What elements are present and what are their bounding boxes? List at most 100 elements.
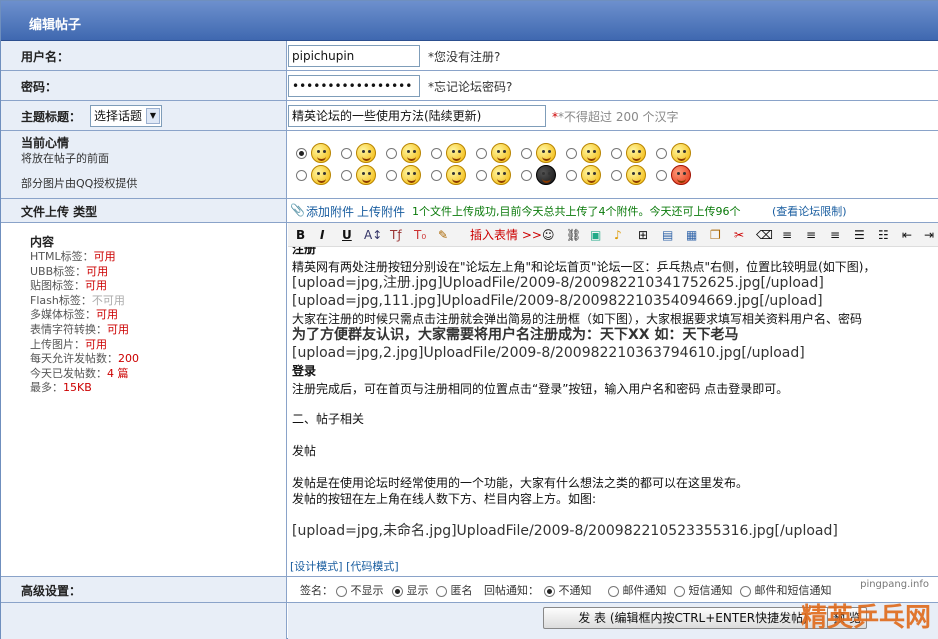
username-input[interactable]: pipichupin <box>288 45 420 67</box>
editor-text-line: 发帖 <box>292 444 317 458</box>
font-color-icon[interactable]: T₀ <box>414 227 426 243</box>
mood-radio[interactable] <box>476 169 487 181</box>
mood-radio[interactable] <box>296 169 307 181</box>
topic-title-input[interactable]: 精英论坛的一些使用方法(陆续更新) <box>288 105 546 127</box>
notify-email[interactable]: 邮件通知 <box>608 582 667 598</box>
edit-post-form: 编辑帖子 用户名： pipichupin *您没有注册? 密码： •••••••… <box>0 0 938 639</box>
content-info-item: 上传图片：可用 <box>30 337 107 351</box>
italic-icon[interactable]: I <box>320 227 324 243</box>
mood-radio[interactable] <box>386 147 397 159</box>
signature-option-hide[interactable]: 不显示 <box>336 582 384 598</box>
content-info-item: 每天允许发帖数：200 <box>30 352 139 366</box>
indent-icon[interactable]: ⇥ <box>924 227 934 243</box>
mood-radio[interactable] <box>566 147 577 159</box>
scared-icon <box>445 165 466 185</box>
clean-icon[interactable]: ⌫ <box>756 227 773 243</box>
mood-credit: 部分图片由QQ授权提供 <box>21 177 138 190</box>
mood-radio[interactable] <box>611 147 622 159</box>
editor-text-line: 注册完成后，可在首页与注册相同的位置点击“登录”按钮，输入用户名和密码 点击登录… <box>292 382 789 396</box>
register-link[interactable]: *您没有注册? <box>428 48 500 65</box>
content-info-item: 贴图标签：可用 <box>30 279 107 293</box>
submit-button[interactable]: 发 表 (编辑框内按CTRL+ENTER快捷发帖) <box>543 607 843 629</box>
ordered-list-icon[interactable]: ☰ <box>854 227 865 243</box>
mood-row-2 <box>296 165 701 185</box>
align-right-icon[interactable]: ≡ <box>830 227 840 243</box>
topic-category-select[interactable]: 选择话题 ▼ <box>90 105 162 127</box>
cry-icon <box>400 165 421 185</box>
mood-sub-label: 将放在帖子的前面 <box>21 152 109 165</box>
image-icon[interactable]: ▣ <box>590 227 601 243</box>
password-input[interactable]: ••••••••••••••••• <box>288 75 420 97</box>
mood-radio[interactable] <box>656 169 667 181</box>
content-info-item: 多媒体标签：可用 <box>30 308 118 322</box>
chevron-down-icon[interactable]: ▼ <box>146 108 160 124</box>
grin-icon <box>400 143 421 163</box>
sad-icon <box>580 165 601 185</box>
content-info-item: 表情字符转换：可用 <box>30 323 129 336</box>
bold-icon[interactable]: B <box>296 227 305 243</box>
align-left-icon[interactable]: ≡ <box>782 227 792 243</box>
outdent-icon[interactable]: ⇤ <box>902 227 912 243</box>
signature-option-anon[interactable]: 匿名 <box>436 582 473 598</box>
unordered-list-icon[interactable]: ☷ <box>878 227 889 243</box>
content-info-item: UBB标签：可用 <box>30 264 109 278</box>
mood-radio[interactable] <box>566 169 577 181</box>
editor-text-line: 发帖是在使用论坛时经常使用的一个功能，大家有什么想法之类的都可以在这里发布。 <box>292 476 749 490</box>
mood-radio[interactable] <box>431 169 442 181</box>
mood-radio[interactable] <box>656 147 667 159</box>
mood-radio[interactable] <box>296 147 307 159</box>
mood-radio[interactable] <box>341 169 352 181</box>
upload-label: 文件上传 类型 <box>21 205 98 219</box>
align-center-icon[interactable]: ≡ <box>806 227 816 243</box>
signature-option-show[interactable]: 显示 <box>392 582 429 598</box>
mood-row-1 <box>296 143 701 163</box>
question-icon <box>670 143 691 163</box>
music-icon[interactable]: ♪ <box>614 227 622 243</box>
title-bar: 编辑帖子 <box>1 1 938 41</box>
mood-radio[interactable] <box>521 147 532 159</box>
tongue-icon <box>490 143 511 163</box>
mood-radio[interactable] <box>611 169 622 181</box>
blush-icon <box>310 165 331 185</box>
password-label: 密码： <box>21 80 58 94</box>
font-face-icon[interactable]: Tƒ <box>390 227 402 243</box>
editor-mode-tabs[interactable]: [设计模式] [代码模式] <box>290 558 399 574</box>
mood-row: 当前心情 将放在帖子的前面 部分图片由QQ授权提供 <box>1 131 938 199</box>
post-body-editor[interactable]: 注册 精英网有两处注册按钮分别设在"论坛左上角"和论坛首页"论坛一区：乒乓热点"右… <box>288 247 938 553</box>
quote-icon[interactable]: ❐ <box>710 227 721 243</box>
advanced-row: 高级设置： 签名： 不显示 显示 匿名 回帖通知： 不通知 邮件通知 短信通知 … <box>1 577 938 603</box>
table-icon[interactable]: ▦ <box>686 227 697 243</box>
add-attachment-link[interactable]: 添加附件 <box>306 203 354 220</box>
notify-none[interactable]: 不通知 <box>544 582 592 598</box>
forum-limit-link[interactable]: (查看论坛限制) <box>772 203 847 219</box>
topic-label: 主题标题： <box>21 110 82 124</box>
content-info-item: HTML标签：可用 <box>30 250 116 263</box>
mood-radio[interactable] <box>341 147 352 159</box>
highlight-icon[interactable]: ✎ <box>438 227 448 243</box>
mood-radio[interactable] <box>386 169 397 181</box>
mood-radio[interactable] <box>476 147 487 159</box>
underline-icon[interactable]: U <box>342 227 352 243</box>
upload-attachment-link[interactable]: 上传附件 <box>357 203 405 220</box>
page-title: 编辑帖子 <box>29 18 82 33</box>
username-label: 用户名： <box>21 50 70 64</box>
editor-toolbar: B I U A↕ Tƒ T₀ ✎ 插入表情 >> ☺ ⛓ ▣ ♪ ⊞ ▤ ▦ ❐… <box>288 223 938 247</box>
forgot-password-link[interactable]: *忘记论坛密码? <box>428 78 512 95</box>
link-icon[interactable]: ⛓ <box>566 227 581 243</box>
emoticon-icon[interactable]: ☺ <box>542 227 555 243</box>
insert-emoticon-button[interactable]: 插入表情 >> <box>470 227 542 243</box>
mood-radio[interactable] <box>521 169 532 181</box>
notify-email-sms[interactable]: 邮件和短信通知 <box>740 582 832 598</box>
media-icon[interactable]: ▤ <box>662 227 673 243</box>
font-size-icon[interactable]: A↕ <box>364 227 382 243</box>
editor-text-line: 发帖的按钮在左上角在线人数下方、栏目内容上方。如图: <box>292 492 597 506</box>
mood-label: 当前心情 <box>21 136 70 150</box>
mood-radio[interactable] <box>431 147 442 159</box>
watermark-site: pingpang.info <box>860 579 929 590</box>
notify-sms[interactable]: 短信通知 <box>674 582 733 598</box>
code-icon[interactable]: ⊞ <box>638 227 648 243</box>
shocked-icon <box>580 143 601 163</box>
editor-text-line: [upload=jpg,111.jpg]UploadFile/2009-8/20… <box>292 293 823 309</box>
topic-hint: **不得超过 200 个汉字 <box>552 110 679 124</box>
unlink-icon[interactable]: ✂ <box>734 227 744 243</box>
